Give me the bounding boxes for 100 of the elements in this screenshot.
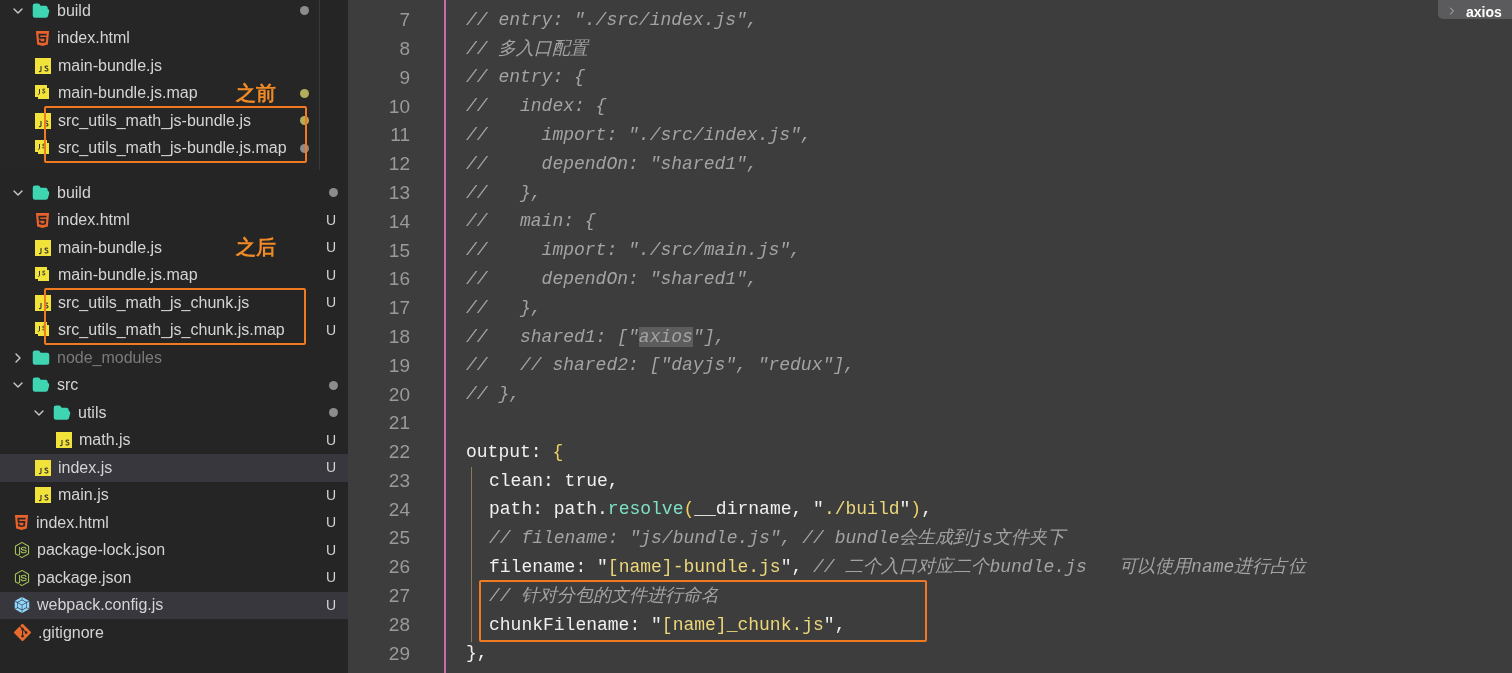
line-number: 15 (388, 238, 410, 263)
file-row[interactable]: webpack.config.js U (0, 591, 348, 619)
line-number: 16 (388, 267, 410, 292)
code-line: clean: true, (489, 469, 619, 493)
file-row[interactable]: src_utils_math_js_chunk.js.map U (0, 316, 348, 344)
file-row[interactable]: main.js U (0, 481, 348, 509)
folder-row[interactable]: build (0, 0, 319, 25)
file-row[interactable]: index.html U (0, 509, 348, 537)
file-name: index.html (36, 512, 109, 533)
line-number: 28 (388, 612, 410, 637)
line-number: 29 (388, 641, 410, 666)
file-name: index.html (57, 28, 130, 49)
file-row[interactable]: package-lock.json U (0, 536, 348, 564)
code-line: // filename: "js/bundle.js", // bundle会生成到js文件夹下 (489, 527, 1066, 551)
file-row[interactable]: main-bundle.js 之后 U (0, 234, 348, 262)
status-letter: U (326, 210, 338, 230)
file-row[interactable]: package.json U (0, 564, 348, 592)
code-line: // dependOn: "shared1", (466, 268, 758, 292)
line-number: 7 (399, 8, 410, 33)
code-line: chunkFilename: "[name]_chunk.js", (489, 613, 846, 637)
code-line: // }, (466, 383, 520, 407)
code-line: filename: "[name]-bundle.js", // 二个入口对应二个bundle.js 可以使用name进行占位 (489, 556, 1307, 580)
code-line: // }, (466, 181, 542, 205)
file-name: webpack.config.js (37, 595, 164, 616)
status-letter: U (326, 513, 338, 533)
file-name: index.js (58, 457, 113, 478)
code-line: // entry: { (466, 66, 585, 90)
line-number: 26 (388, 555, 410, 580)
file-name: math.js (79, 430, 131, 451)
file-row[interactable]: main-bundle.js.map U (0, 261, 348, 289)
node-file-icon (14, 569, 30, 586)
folder-icon (32, 183, 50, 202)
status-letter: U (326, 430, 338, 450)
line-number: 17 (388, 296, 410, 321)
file-row[interactable]: .gitignore (0, 619, 348, 647)
js-file-icon (35, 487, 51, 504)
file-row[interactable]: index.html U (0, 206, 348, 234)
status-letter: U (326, 540, 338, 560)
file-name: .gitignore (38, 622, 104, 643)
file-row[interactable]: src_utils_math_js-bundle.js (0, 107, 319, 135)
js-map-file-icon (35, 322, 51, 339)
file-row[interactable]: main-bundle.js.map 之前 (0, 79, 319, 107)
find-widget[interactable]: axios (1438, 0, 1512, 19)
folder-icon (32, 348, 50, 367)
folder-row[interactable]: build (0, 179, 348, 207)
code-line: // 针对分包的文件进行命名 (489, 584, 720, 608)
folder-row[interactable]: node_modules (0, 344, 348, 372)
file-row[interactable]: math.js U (0, 426, 348, 454)
code-line: path: path.resolve(__dirname, "./build"), (489, 498, 932, 522)
file-name: node_modules (57, 347, 162, 368)
html-file-icon (14, 515, 29, 531)
annotation-label: 之前 (236, 80, 276, 106)
file-name: main-bundle.js.map (58, 83, 198, 104)
file-row[interactable]: src_utils_math_js_chunk.js U (0, 289, 348, 317)
js-file-icon (56, 432, 72, 449)
cube-icon (14, 597, 30, 614)
code-line: // entry: "./src/index.js", (466, 8, 758, 32)
line-number: 24 (388, 497, 410, 522)
html-file-icon (35, 30, 50, 46)
folder-row[interactable]: src (0, 371, 348, 399)
file-name: main.js (58, 485, 109, 506)
status-letter: U (326, 238, 338, 258)
line-number: 18 (388, 324, 410, 349)
code-line: // main: { (466, 210, 596, 234)
code-line: // shared1: ["axios"], (466, 325, 726, 349)
file-name: package.json (37, 567, 132, 588)
file-name: index.html (57, 210, 130, 231)
file-row[interactable]: index.html (0, 24, 319, 52)
file-row[interactable]: main-bundle.js (0, 52, 319, 80)
line-number: 27 (388, 584, 410, 609)
annotation-label: 之后 (236, 235, 276, 260)
code-line: // import: "./src/index.js", (466, 124, 812, 148)
js-map-file-icon (35, 140, 51, 157)
code-line: }, (466, 642, 488, 666)
file-row[interactable]: src_utils_math_js-bundle.js.map (0, 134, 319, 162)
code-line: // import: "./src/main.js", (466, 239, 801, 263)
line-number: 21 (388, 411, 410, 436)
line-number: 19 (388, 353, 410, 378)
file-name: main-bundle.js (58, 55, 163, 76)
file-name: main-bundle.js.map (58, 265, 198, 286)
line-number: 12 (388, 152, 410, 177)
file-name: src_utils_math_js-bundle.js.map (58, 138, 287, 159)
status-letter: U (326, 458, 338, 478)
file-row[interactable]: index.js U (0, 454, 348, 482)
status-letter: U (326, 265, 338, 285)
code-line: // }, (466, 296, 542, 320)
status-letter: U (326, 293, 338, 313)
folder-row[interactable]: utils (0, 399, 348, 427)
line-number: 13 (388, 180, 410, 205)
line-number: 10 (388, 94, 410, 119)
line-number: 9 (399, 65, 410, 90)
js-map-file-icon (35, 267, 51, 284)
folder-icon (32, 1, 50, 20)
file-name: main-bundle.js (58, 237, 163, 258)
code-line: // index: { (466, 95, 607, 119)
line-number: 22 (388, 440, 410, 465)
line-number: 20 (388, 382, 410, 407)
file-name: build (57, 0, 91, 21)
find-input-value: axios (1466, 5, 1502, 19)
js-file-icon (35, 459, 51, 476)
